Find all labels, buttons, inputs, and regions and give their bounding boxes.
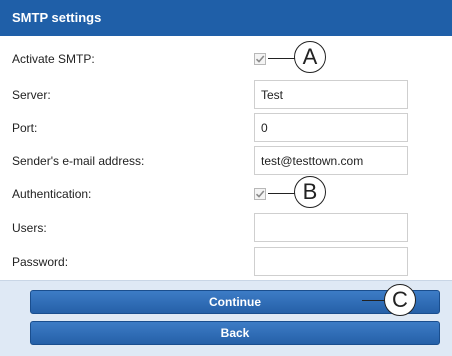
callout-b-marker: B [294,176,326,208]
port-row: Port: [0,111,452,145]
callout-c-leader [362,300,386,301]
sender-email-input[interactable] [254,146,408,175]
continue-button[interactable]: Continue [30,290,440,314]
authentication-checkbox[interactable] [254,188,266,200]
sender-email-label: Sender's e-mail address: [12,154,145,168]
users-row: Users: [0,211,452,245]
panel-title: SMTP settings [0,0,452,36]
users-input[interactable] [254,213,408,242]
back-button[interactable]: Back [30,321,440,345]
callout-a-leader [268,58,296,59]
activate-smtp-row: Activate SMTP: [0,42,452,76]
callout-c-marker: C [384,284,416,316]
callout-b-leader [268,193,296,194]
password-row: Password: [0,245,452,279]
authentication-row: Authentication: [0,177,452,211]
callout-a-marker: A [294,41,326,73]
server-input[interactable] [254,80,408,109]
password-input[interactable] [254,247,408,276]
server-label: Server: [12,88,51,102]
smtp-settings-panel: SMTP settings Activate SMTP: Server: Por… [0,0,452,356]
users-label: Users: [12,221,47,235]
activate-smtp-label: Activate SMTP: [12,52,95,66]
authentication-label: Authentication: [12,187,92,201]
sender-email-row: Sender's e-mail address: [0,144,452,178]
port-label: Port: [12,121,38,135]
server-row: Server: [0,78,452,112]
password-label: Password: [12,255,69,269]
port-input[interactable] [254,113,408,142]
activate-smtp-checkbox[interactable] [254,53,266,65]
button-bar: Continue Back [0,280,452,356]
